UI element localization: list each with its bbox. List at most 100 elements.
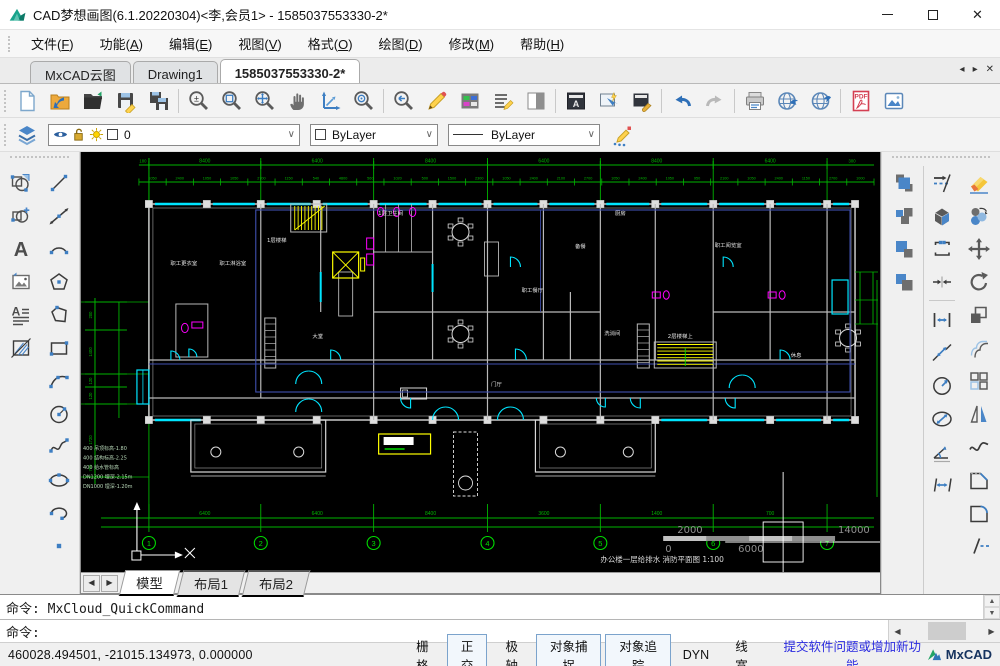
open-folder-button[interactable] [76,86,109,116]
measure-length-button[interactable] [924,336,960,369]
draw-order-button[interactable] [605,120,638,150]
web-download-button[interactable] [804,86,837,116]
layer-manager-button[interactable]: A [559,86,592,116]
offset-button[interactable] [961,331,997,364]
layer-manager-button[interactable] [10,120,43,150]
menu-v-item[interactable]: 功能(A) [87,30,156,57]
zoom-extents-button[interactable] [248,86,281,116]
status-toggle-5[interactable]: 对象追踪 [605,634,670,666]
angle-button[interactable] [924,435,960,468]
scroll-up-button[interactable]: ▲ [984,595,1000,607]
distance-button[interactable] [924,468,960,501]
polygon-button[interactable] [41,265,77,298]
break-button[interactable] [924,232,960,265]
scroll-right-button[interactable]: ▶ [983,620,1000,642]
tab-close-button[interactable]: ✕ [986,63,994,77]
match-properties-button[interactable] [625,86,658,116]
color-combo[interactable]: ByLayer ∨ [310,124,438,146]
document-tab-2[interactable]: Drawing1 [133,61,218,83]
explode-button[interactable] [924,166,960,199]
image-insert-button[interactable] [3,265,39,298]
menu-d-item[interactable]: 绘图(D) [366,30,436,57]
status-toggle-1[interactable]: 栅格 [402,634,443,666]
drawing-canvas[interactable]: 8400640084006400840064001803001050240010… [81,152,880,572]
save-all-button[interactable] [142,86,175,116]
layout-tab-next-button[interactable]: ▶ [101,575,118,592]
menu-f-item[interactable]: 格式(O) [295,30,366,57]
block-insert-button[interactable] [3,166,39,199]
arc-button[interactable] [41,232,77,265]
block-define-button[interactable] [3,199,39,232]
tab-scroll-right-button[interactable]: ▸ [973,63,978,77]
zoom-scale-button[interactable] [314,86,347,116]
web-upload-button[interactable] [771,86,804,116]
hscroll-thumb[interactable] [928,622,966,640]
polygon-free-button[interactable] [41,298,77,331]
undo-button[interactable] [665,86,698,116]
menu-h-item[interactable]: 帮助(H) [507,30,577,57]
image-export-button[interactable] [877,86,910,116]
new-file-button[interactable] [10,86,43,116]
spline-button[interactable] [41,430,77,463]
xline-button[interactable] [41,199,77,232]
zoom-previous-button[interactable] [387,86,420,116]
array-button[interactable] [961,364,997,397]
rotate-button[interactable] [961,265,997,298]
menu-f-item[interactable]: 文件(F) [18,30,87,57]
pdf-export-button[interactable]: PDF [844,86,877,116]
line-button[interactable] [41,166,77,199]
pan-button[interactable] [281,86,314,116]
tab-scroll-left-button[interactable]: ◂ [960,63,965,77]
zoom-center-button[interactable] [347,86,380,116]
scale-button[interactable] [961,298,997,331]
open-cloud-button[interactable] [43,86,76,116]
status-toggle-2[interactable]: 正交 [447,634,488,666]
solid-box-button[interactable] [924,199,960,232]
erase-button[interactable] [961,166,997,199]
document-tab-3[interactable]: 1585037553330-2* [220,59,361,83]
copy-clip-button[interactable] [886,166,922,199]
clip-button[interactable] [519,86,552,116]
status-toggle-7[interactable]: 线宽 [721,634,762,666]
scale-ellipse-button[interactable] [924,402,960,435]
print-button[interactable] [738,86,771,116]
text-single-button[interactable]: A [3,232,39,265]
fillet-button[interactable] [961,496,997,529]
rectangle-button[interactable] [41,331,77,364]
layout-tab-layout2[interactable]: 布局2 [241,570,310,597]
paste-clip-button[interactable] [886,232,922,265]
layout-tab-model[interactable]: 模型 [119,570,180,596]
menu-m-item[interactable]: 修改(M) [436,30,508,57]
maximize-button[interactable] [910,0,955,29]
status-toggle-6[interactable]: DYN [675,634,717,666]
mirror-button[interactable] [961,397,997,430]
save-button[interactable] [109,86,142,116]
minimize-button[interactable] [865,0,910,29]
copy-button[interactable] [961,199,997,232]
menu-o-item[interactable]: 视图(V) [225,30,294,57]
layer-combo[interactable]: 0 ∨ [48,124,300,146]
scroll-down-button[interactable]: ▼ [984,607,1000,619]
draw-edit-button[interactable] [420,86,453,116]
linetype-combo[interactable]: ByLayer ∨ [448,124,600,146]
palette-button[interactable] [453,86,486,116]
arc-3pt-button[interactable] [41,364,77,397]
ellipse-arc-button[interactable] [41,496,77,529]
spline-fit-button[interactable] [961,430,997,463]
menu-e-item[interactable]: 编辑(E) [156,30,225,57]
layout-tab-prev-button[interactable]: ◀ [83,575,100,592]
break-symbol-button[interactable] [961,529,997,562]
point-button[interactable] [41,529,77,562]
zoom-range-button[interactable]: ± [182,86,215,116]
copy-base-button[interactable] [886,199,922,232]
feedback-link[interactable]: 提交软件问题或增加新功能 [778,636,927,666]
status-toggle-3[interactable]: 极轴 [491,634,532,666]
mtext-button[interactable]: A [3,298,39,331]
document-tab-1[interactable]: MxCAD云图 [30,61,131,83]
circle-radius-button[interactable] [41,397,77,430]
close-button[interactable]: ✕ [955,0,1000,29]
ellipse-button[interactable] [41,463,77,496]
quick-select-button[interactable] [592,86,625,116]
status-toggle-4[interactable]: 对象捕捉 [536,634,601,666]
layout-tab-layout1[interactable]: 布局1 [176,570,245,597]
